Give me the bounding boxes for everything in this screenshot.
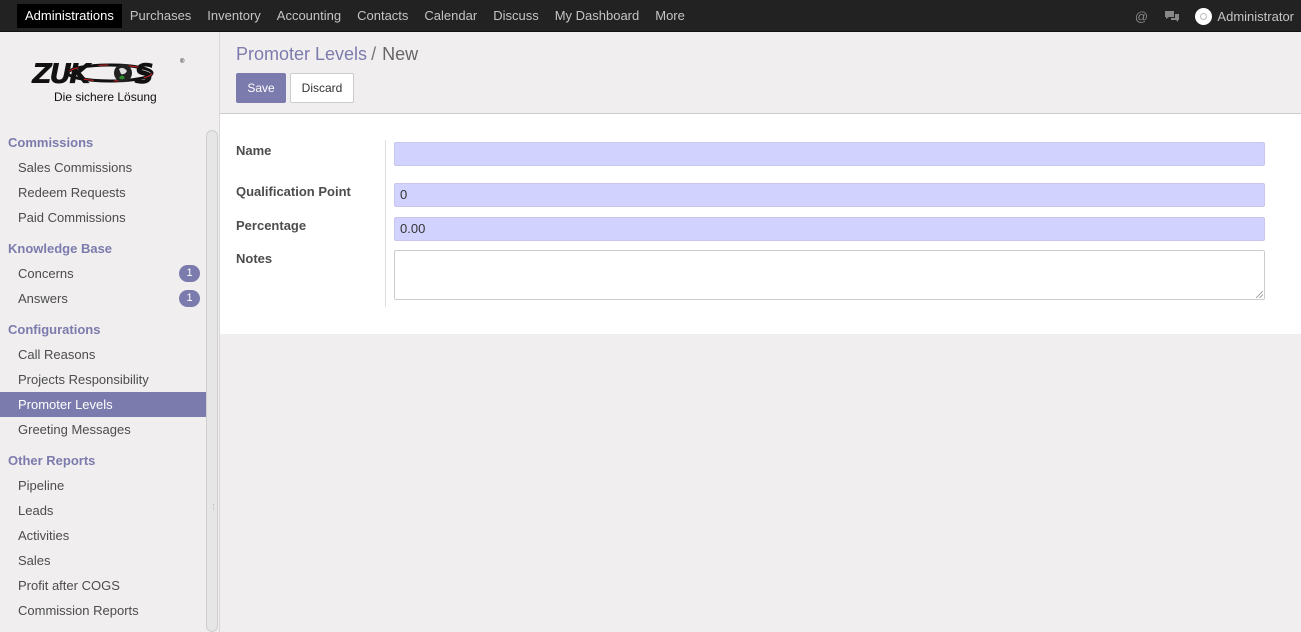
sidebar-item-label: Activities <box>18 528 70 543</box>
sidebar-item-paid-commissions[interactable]: Paid Commissions <box>0 205 206 230</box>
sidebar-item-label: Commission Reports <box>18 603 139 618</box>
sidebar-section-knowledge-base[interactable]: Knowledge Base <box>0 236 206 261</box>
nav-item-purchases[interactable]: Purchases <box>122 4 199 28</box>
sidebar-item-label: Sales <box>18 553 51 568</box>
sidebar-item-promoter-levels[interactable]: Promoter Levels <box>0 392 206 417</box>
user-name: Administrator <box>1217 8 1294 24</box>
notes-textarea[interactable] <box>394 250 1265 300</box>
count-badge: 1 <box>179 290 200 307</box>
sidebar-item-label: Profit after COGS <box>18 578 120 593</box>
notes-label: Notes <box>236 251 273 266</box>
at-icon[interactable]: @ <box>1133 8 1149 24</box>
nav-item-my-dashboard[interactable]: My Dashboard <box>547 4 648 28</box>
avatar <box>1195 7 1213 25</box>
sidebar-item-sales[interactable]: Sales <box>0 548 206 573</box>
company-logo: ZUK S ® Die sichere Lösung <box>30 57 190 107</box>
qualification-point-field[interactable]: 0 <box>394 183 1265 207</box>
sidebar-item-label: Call Reasons <box>18 347 96 362</box>
sidebar-scrollbar[interactable]: ⋮ <box>206 130 218 632</box>
top-navbar: Administrations Purchases Inventory Account… <box>0 0 1301 32</box>
form-divider <box>385 140 386 307</box>
sidebar-item-concerns[interactable]: Concerns 1 <box>0 261 206 286</box>
nav-item-more[interactable]: More <box>647 4 693 28</box>
sidebar-item-label: Greeting Messages <box>18 422 131 437</box>
sidebar-section-other-reports[interactable]: Other Reports <box>0 448 206 473</box>
form-sheet: Name Qualification Point 0 Percentage 0.… <box>220 114 1301 334</box>
breadcrumb: Promoter Levels / New <box>236 44 418 65</box>
sidebar-item-label: Concerns <box>18 266 74 281</box>
app-menu: Administrations Purchases Inventory Account… <box>17 4 693 28</box>
svg-text:ZUK: ZUK <box>31 57 93 90</box>
scrollbar-grip-icon: ⋮ <box>210 504 217 511</box>
nav-item-administrations[interactable]: Administrations <box>17 4 122 28</box>
sidebar: ZUK S ® Die sichere Lösung Commissions Sa… <box>0 32 220 632</box>
sidebar-item-profit-after-cogs[interactable]: Profit after COGS <box>0 573 206 598</box>
sidebar-item-commission-reports[interactable]: Commission Reports <box>0 598 206 623</box>
sidebar-item-label: Pipeline <box>18 478 65 493</box>
sidebar-item-label: Redeem Requests <box>18 185 126 200</box>
sidebar-item-label: Paid Commissions <box>18 210 126 225</box>
percentage-field[interactable]: 0.00 <box>394 217 1265 241</box>
sidebar-item-call-reasons[interactable]: Call Reasons <box>0 342 206 367</box>
chat-icon[interactable] <box>1164 8 1180 24</box>
svg-text:®: ® <box>180 58 185 65</box>
sidebar-item-pipeline[interactable]: Pipeline <box>0 473 206 498</box>
percentage-label: Percentage <box>236 218 307 233</box>
sidebar-item-greeting-messages[interactable]: Greeting Messages <box>0 417 206 442</box>
user-menu[interactable]: Administrator <box>1195 7 1294 25</box>
qualification-point-label: Qualification Point <box>236 184 351 199</box>
logo-mark: ZUK S ® <box>31 57 185 90</box>
sidebar-item-label: Leads <box>18 503 54 518</box>
sidebar-section-commissions[interactable]: Commissions <box>0 130 206 155</box>
name-field[interactable] <box>394 142 1265 166</box>
sidebar-item-answers[interactable]: Answers 1 <box>0 286 206 311</box>
logo-tagline: Die sichere Lösung <box>54 90 157 104</box>
nav-item-calendar[interactable]: Calendar <box>416 4 485 28</box>
discard-button[interactable]: Discard <box>290 73 354 103</box>
sidebar-item-label: Promoter Levels <box>18 397 113 412</box>
nav-item-inventory[interactable]: Inventory <box>199 4 268 28</box>
breadcrumb-parent-link[interactable]: Promoter Levels <box>236 44 367 64</box>
count-badge: 1 <box>179 265 200 282</box>
breadcrumb-current: New <box>382 44 419 64</box>
sidebar-item-label: Sales Commissions <box>18 160 133 175</box>
sidebar-menu: Commissions Sales Commissions Redeem Reque… <box>0 130 206 623</box>
sidebar-item-redeem-requests[interactable]: Redeem Requests <box>0 180 206 205</box>
sidebar-item-label: Answers <box>18 291 68 306</box>
breadcrumb-separator: / <box>371 44 377 64</box>
nav-item-accounting[interactable]: Accounting <box>269 4 349 28</box>
sidebar-item-leads[interactable]: Leads <box>0 498 206 523</box>
nav-item-discuss[interactable]: Discuss <box>485 4 547 28</box>
nav-item-contacts[interactable]: Contacts <box>349 4 416 28</box>
resize-handle-icon[interactable] <box>1256 291 1263 298</box>
systray: @ Administrator <box>1133 4 1294 28</box>
sidebar-item-activities[interactable]: Activities <box>0 523 206 548</box>
save-button[interactable]: Save <box>236 73 286 103</box>
control-panel: Promoter Levels / New Save Discard <box>220 32 1301 114</box>
sidebar-item-sales-commissions[interactable]: Sales Commissions <box>0 155 206 180</box>
sidebar-item-projects-responsibility[interactable]: Projects Responsibility <box>0 367 206 392</box>
sidebar-section-configurations[interactable]: Configurations <box>0 317 206 342</box>
name-label: Name <box>236 143 272 158</box>
sidebar-item-label: Projects Responsibility <box>18 372 149 387</box>
